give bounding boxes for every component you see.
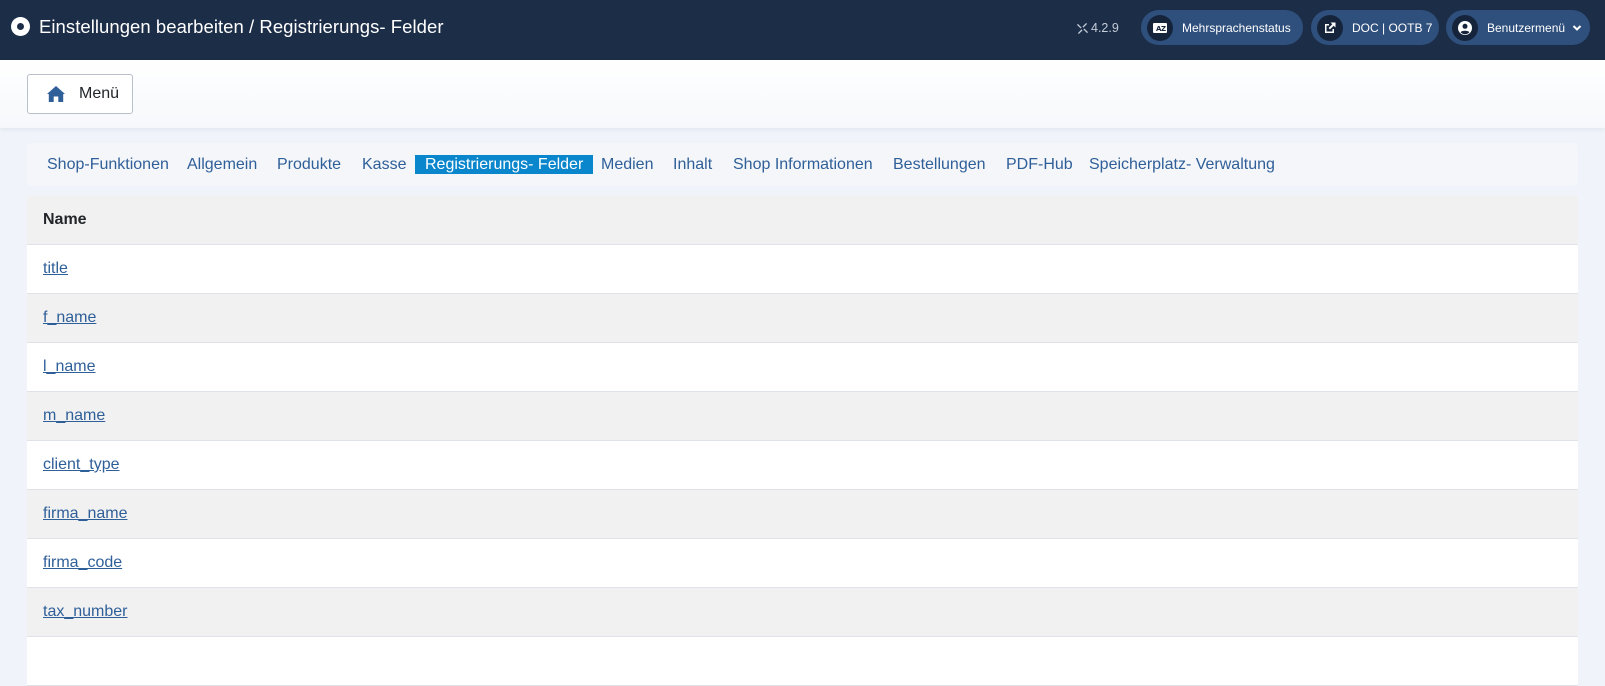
joomla-logo-icon <box>11 17 30 36</box>
table-row: client_type <box>27 441 1578 490</box>
version-info: 4.2.9 <box>1077 20 1119 36</box>
field-link[interactable]: tax_number <box>43 603 128 621</box>
tab-inhalt[interactable]: Inhalt <box>673 155 712 174</box>
table-row: l_name <box>27 343 1578 392</box>
language-status-label: Mehrsprachenstatus <box>1182 20 1291 35</box>
column-header-name: Name <box>43 211 87 228</box>
field-link[interactable]: m_name <box>43 407 105 425</box>
table-row: m_name <box>27 392 1578 441</box>
field-link[interactable]: l_name <box>43 358 95 376</box>
user-avatar-icon <box>1452 14 1478 41</box>
page-title: Einstellungen bearbeiten / Registrierung… <box>39 16 444 37</box>
tab-bar: Shop-Funktionen Allgemein Produkte Kasse… <box>27 143 1578 186</box>
table-row: tax_number <box>27 588 1578 637</box>
doc-link-label: DOC | OOTB 7 <box>1352 20 1433 35</box>
doc-link-button[interactable]: DOC | OOTB 7 <box>1311 10 1439 45</box>
language-icon: AZ <box>1147 14 1173 41</box>
user-menu-label: Benutzermenü <box>1487 20 1566 35</box>
tab-speicherplatz-verwaltung[interactable]: Speicherplatz- Verwaltung <box>1089 155 1275 174</box>
external-link-icon <box>1317 14 1343 41</box>
fields-table: Name title f_name l_name m_name client_t… <box>27 196 1578 686</box>
field-link[interactable]: f_name <box>43 309 96 327</box>
tab-produkte[interactable]: Produkte <box>277 155 341 174</box>
tab-shop-funktionen[interactable]: Shop-Funktionen <box>47 155 169 174</box>
tab-medien[interactable]: Medien <box>601 155 653 174</box>
table-row: firma_code <box>27 539 1578 588</box>
table-row: f_name <box>27 294 1578 343</box>
field-link[interactable]: firma_name <box>43 505 127 523</box>
home-icon <box>47 86 65 102</box>
field-link[interactable]: firma_code <box>43 554 122 572</box>
table-row: title <box>27 245 1578 294</box>
tab-registrierungs-felder[interactable]: Registrierungs- Felder <box>415 155 594 174</box>
language-status-button[interactable]: AZ Mehrsprachenstatus <box>1141 10 1303 45</box>
field-link[interactable]: title <box>43 260 68 278</box>
toolbar: Menü <box>0 60 1605 128</box>
tab-bestellungen[interactable]: Bestellungen <box>893 155 986 174</box>
table-row: firma_name <box>27 490 1578 539</box>
menu-button-label: Menü <box>79 85 120 102</box>
tab-allgemein[interactable]: Allgemein <box>187 155 257 174</box>
field-link[interactable]: client_type <box>43 456 120 474</box>
menu-button[interactable]: Menü <box>27 74 133 114</box>
table-header-row: Name <box>27 196 1578 245</box>
joomla-small-icon <box>1077 22 1088 34</box>
tab-shop-informationen[interactable]: Shop Informationen <box>733 155 873 174</box>
svg-text:Z: Z <box>1161 25 1166 33</box>
version-label: 4.2.9 <box>1091 21 1119 35</box>
tab-kasse[interactable]: Kasse <box>362 155 406 174</box>
app-header: Einstellungen bearbeiten / Registrierung… <box>0 0 1605 60</box>
tab-pdf-hub[interactable]: PDF-Hub <box>1006 155 1073 174</box>
user-menu-button[interactable]: Benutzermenü <box>1446 10 1590 45</box>
chevron-down-icon <box>1572 24 1582 31</box>
table-row <box>27 637 1578 686</box>
